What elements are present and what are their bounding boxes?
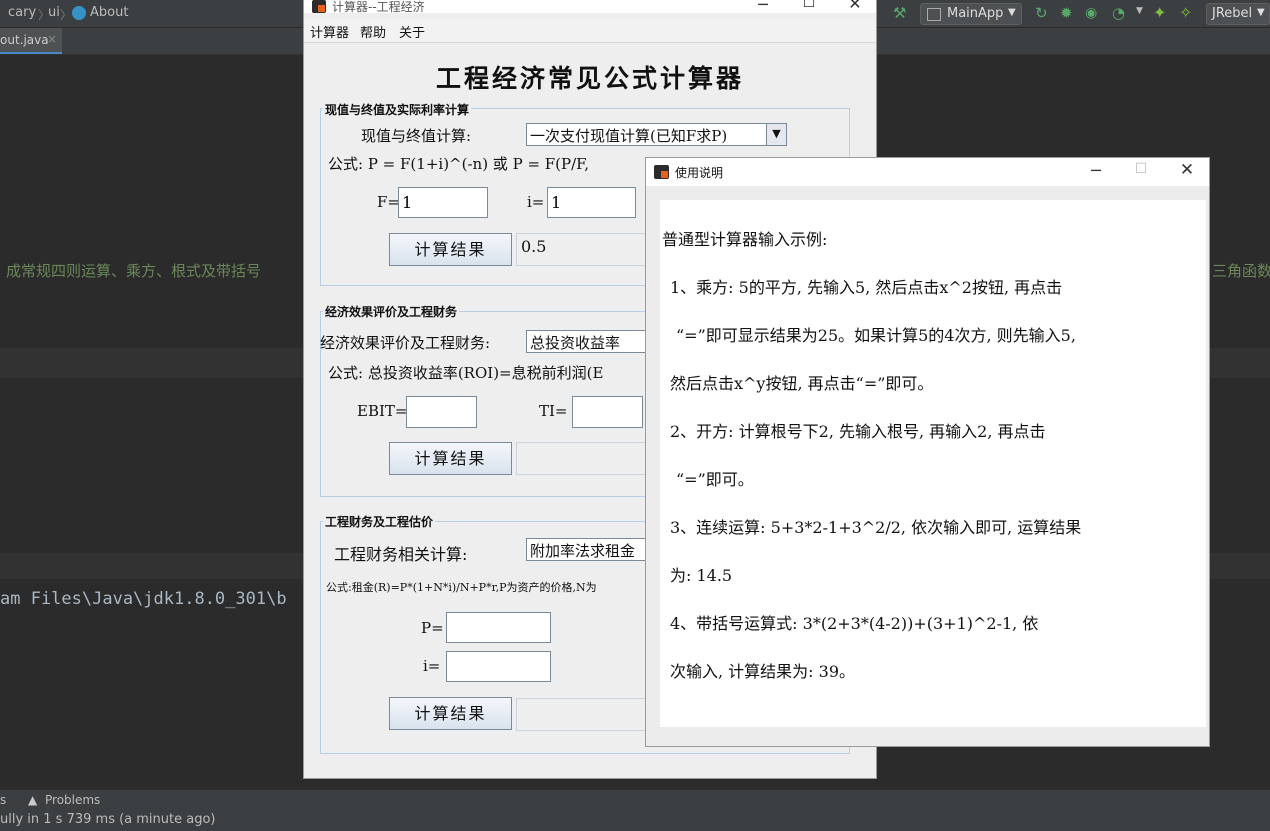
formula-text: 公式: P = F(1+i)^(-n) 或 P = F(P/F, xyxy=(328,155,590,173)
minimize-icon[interactable]: ─ xyxy=(748,0,778,14)
maximize-icon: ☐ xyxy=(1134,161,1148,177)
i-label: i= xyxy=(423,657,441,675)
jrebel-label: JRebel xyxy=(1212,6,1253,21)
help-line: 3、连续运算: 5+3*2-1+3^2/2, 依次输入即可, 运算结果 xyxy=(670,518,1082,537)
jrebel-select[interactable]: JRebel ▼ xyxy=(1206,3,1270,25)
app-icon xyxy=(312,0,326,13)
breadcrumb-item[interactable]: cary xyxy=(8,5,36,20)
close-icon[interactable]: ✕ xyxy=(840,0,870,13)
chevron-down-icon: ▼ xyxy=(1008,7,1016,18)
file-tab[interactable]: out.java × xyxy=(0,28,62,54)
group-title: 现值与终值及实际利率计算 xyxy=(323,101,472,118)
help-line: “=”即可。 xyxy=(676,470,754,489)
calculate-button[interactable]: 计算结果 xyxy=(389,697,512,730)
menu-calculator[interactable]: 计算器 xyxy=(310,22,349,41)
debug-icon[interactable]: ✹ xyxy=(1060,4,1073,22)
combo-label: 工程财务相关计算: xyxy=(334,545,468,564)
breadcrumb-item[interactable]: About xyxy=(90,5,128,20)
close-icon[interactable]: ✕ xyxy=(1172,160,1202,180)
calculate-button[interactable]: 计算结果 xyxy=(389,233,512,266)
group-title: 经济效果评价及工程财务 xyxy=(323,303,460,320)
i-input[interactable] xyxy=(547,187,636,218)
code-string-fragment: 三角函数 xyxy=(1212,262,1270,280)
status-bar: s ▲ Problems ully in 1 s 739 ms (a minut… xyxy=(0,789,1270,831)
breadcrumb-separator: 〉 xyxy=(60,8,73,22)
combo-label: 经济效果评价及工程财务: xyxy=(320,334,491,352)
formula-text: 公式:租金(R)=P*(1+N*i)/N+P*r,P为资产的价格,N为 xyxy=(326,581,597,594)
problems-tab[interactable]: Problems xyxy=(45,793,100,807)
calculate-button[interactable]: 计算结果 xyxy=(389,442,512,475)
warning-icon: ▲ xyxy=(28,793,38,807)
build-icon[interactable]: ⚒ xyxy=(893,4,906,22)
help-line: 次输入, 计算结果为: 39。 xyxy=(670,662,856,681)
ebit-label: EBIT= xyxy=(357,402,408,420)
p-label: P= xyxy=(421,619,444,637)
window-title: 使用说明 xyxy=(675,166,724,180)
ti-input[interactable] xyxy=(572,396,643,428)
maximize-icon[interactable]: ☐ xyxy=(794,0,824,11)
run-config-select[interactable]: MainApp ▼ xyxy=(920,3,1022,25)
page-title: 工程经济常见公式计算器 xyxy=(435,64,744,93)
rerun-icon[interactable]: ↻ xyxy=(1035,4,1048,22)
help-line: 普通型计算器输入示例: xyxy=(662,230,828,249)
app-icon xyxy=(654,165,669,179)
i-input[interactable] xyxy=(446,651,551,682)
profile-icon[interactable]: ◔ xyxy=(1112,4,1125,22)
result-field xyxy=(516,698,666,731)
ti-label: TI= xyxy=(539,402,568,420)
group-title: 工程财务及工程估价 xyxy=(323,513,436,530)
select-value: 一次支付现值计算(已知F求P) xyxy=(530,127,728,145)
menu-about[interactable]: 关于 xyxy=(399,22,425,41)
chevron-down-icon[interactable]: ▼ xyxy=(766,124,786,145)
f-input[interactable] xyxy=(398,187,488,218)
formula-text: 公式: 总投资收益率(ROI)=息税前利润(E xyxy=(328,364,604,382)
help-line: 然后点击x^y按钮, 再点击“=”即可。 xyxy=(670,374,934,393)
help-line: 1、乘方: 5的平方, 先输入5, 然后点击x^2按钮, 再点击 xyxy=(670,278,1063,297)
jrebel-debug-icon[interactable]: ✧ xyxy=(1179,3,1192,22)
class-icon xyxy=(72,6,86,20)
formula-type-select[interactable]: 一次支付现值计算(已知F求P) ▼ xyxy=(526,123,787,146)
i-label: i= xyxy=(527,193,545,211)
select-value: 附加率法求租金 xyxy=(530,542,636,560)
menu-help[interactable]: 帮助 xyxy=(360,22,386,41)
help-line: 2、开方: 计算根号下2, 先输入根号, 再输入2, 再点击 xyxy=(670,422,1046,441)
result-field: 0.5 xyxy=(516,233,666,266)
window-title: 计算器--工程经济 xyxy=(332,0,425,14)
menu-bar: 计算器 帮助 关于 xyxy=(304,19,876,43)
help-line: “=”即可显示结果为25。如果计算5的4次方, 则先输入5, xyxy=(676,326,1076,345)
window-title-bar[interactable]: 计算器--工程经济 ─ ☐ ✕ xyxy=(304,0,876,14)
coverage-icon[interactable]: ◉ xyxy=(1085,5,1097,21)
result-field xyxy=(516,442,666,475)
run-config-label: MainApp xyxy=(947,6,1004,21)
help-text-area[interactable]: 普通型计算器输入示例: 1、乘方: 5的平方, 先输入5, 然后点击x^2按钮,… xyxy=(660,200,1206,727)
window-title-bar[interactable]: 使用说明 ─ ☐ ✕ xyxy=(646,158,1209,186)
status-message: ully in 1 s 739 ms (a minute ago) xyxy=(0,812,216,827)
chevron-down-icon: ▼ xyxy=(1257,7,1265,18)
console-line: am Files\Java\jdk1.8.0_301\b xyxy=(0,589,287,609)
chevron-down-icon[interactable]: ▼ xyxy=(1136,6,1143,16)
jrebel-run-icon[interactable]: ✦ xyxy=(1153,3,1166,22)
ebit-input[interactable] xyxy=(406,396,477,428)
combo-label: 现值与终值计算: xyxy=(361,127,472,145)
help-window: 使用说明 ─ ☐ ✕ 普通型计算器输入示例: 1、乘方: 5的平方, 先输入5,… xyxy=(645,157,1210,747)
close-icon[interactable]: × xyxy=(47,32,57,46)
f-label: F= xyxy=(377,193,400,211)
help-line: 为: 14.5 xyxy=(670,566,733,585)
app-icon xyxy=(927,8,941,21)
select-value: 总投资收益率 xyxy=(530,334,621,352)
p-input[interactable] xyxy=(446,612,551,643)
breadcrumb-item[interactable]: ui xyxy=(48,5,60,20)
tool-tab-label[interactable]: s xyxy=(0,793,6,807)
file-tab-label: out.java xyxy=(0,33,49,47)
code-string-fragment: 成常规四则运算、乘方、根式及带括号 xyxy=(6,262,262,280)
help-line: 4、带括号运算式: 3*(2+3*(4-2))+(3+1)^2-1, 依 xyxy=(670,614,1039,633)
minimize-icon[interactable]: ─ xyxy=(1081,161,1111,180)
